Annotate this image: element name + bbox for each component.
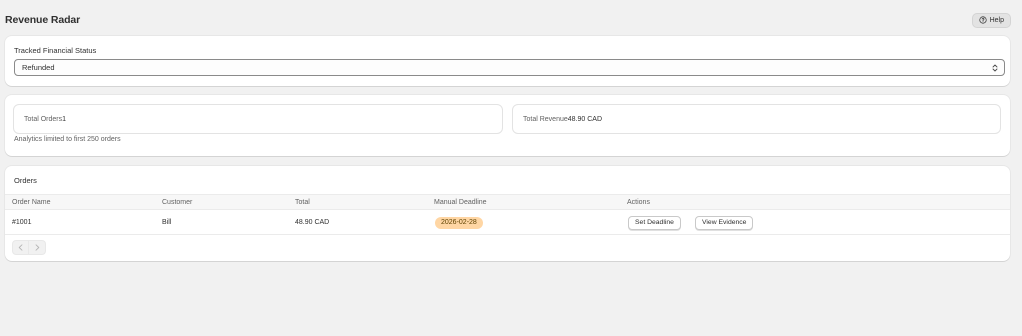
analytics-limit-note: Analytics limited to first 250 orders xyxy=(14,136,121,143)
column-header-total: Total xyxy=(295,199,310,206)
column-header-customer: Customer xyxy=(162,199,193,206)
set-deadline-button[interactable]: Set Deadline xyxy=(628,216,681,230)
help-button[interactable]: Help xyxy=(971,12,1011,28)
total-orders-stat: Total Orders 1 xyxy=(13,104,503,134)
orders-table-header: Order Name Customer Total Manual Deadlin… xyxy=(5,194,1010,210)
orders-title: Orders xyxy=(14,176,37,185)
orders-card: Orders Order Name Customer Total Manual … xyxy=(5,166,1010,261)
select-chevron-icon xyxy=(992,64,998,72)
status-filter-card: Tracked Financial Status Refunded xyxy=(5,36,1010,86)
view-evidence-button[interactable]: View Evidence xyxy=(695,216,754,230)
order-name-cell: #1001 xyxy=(12,219,32,226)
total-cell: 48.90 CAD xyxy=(295,219,330,226)
total-revenue-value: 48.90 CAD xyxy=(567,115,603,123)
total-revenue-stat: Total Revenue 48.90 CAD xyxy=(512,104,1001,134)
previous-page-button[interactable] xyxy=(12,240,29,255)
column-header-actions: Actions xyxy=(627,199,650,206)
question-circle-icon xyxy=(978,16,987,24)
status-filter-label: Tracked Financial Status xyxy=(14,46,97,55)
page-header: Revenue Radar Help xyxy=(5,11,1011,29)
financial-status-select[interactable]: Refunded xyxy=(14,59,1005,76)
total-orders-label: Total Orders xyxy=(24,115,63,123)
analytics-card: Total Orders 1 Total Revenue 48.90 CAD Ana… xyxy=(5,95,1010,156)
financial-status-value: Refunded xyxy=(22,63,55,72)
deadline-badge: 2026-02-28 xyxy=(435,217,483,229)
table-row: #1001 Bill 48.90 CAD 2026-02-28 Set Dead… xyxy=(5,210,1010,235)
chevron-right-icon xyxy=(35,244,39,251)
customer-cell: Bill xyxy=(162,219,172,226)
pagination xyxy=(12,240,46,255)
total-revenue-label: Total Revenue xyxy=(523,115,568,123)
page-title: Revenue Radar xyxy=(5,14,81,26)
help-button-label: Help xyxy=(989,16,1004,24)
column-header-manual-deadline: Manual Deadline xyxy=(434,199,487,206)
total-orders-value: 1 xyxy=(62,115,67,123)
column-header-order-name: Order Name xyxy=(12,199,51,206)
chevron-left-icon xyxy=(18,244,23,251)
next-page-button[interactable] xyxy=(29,240,46,255)
